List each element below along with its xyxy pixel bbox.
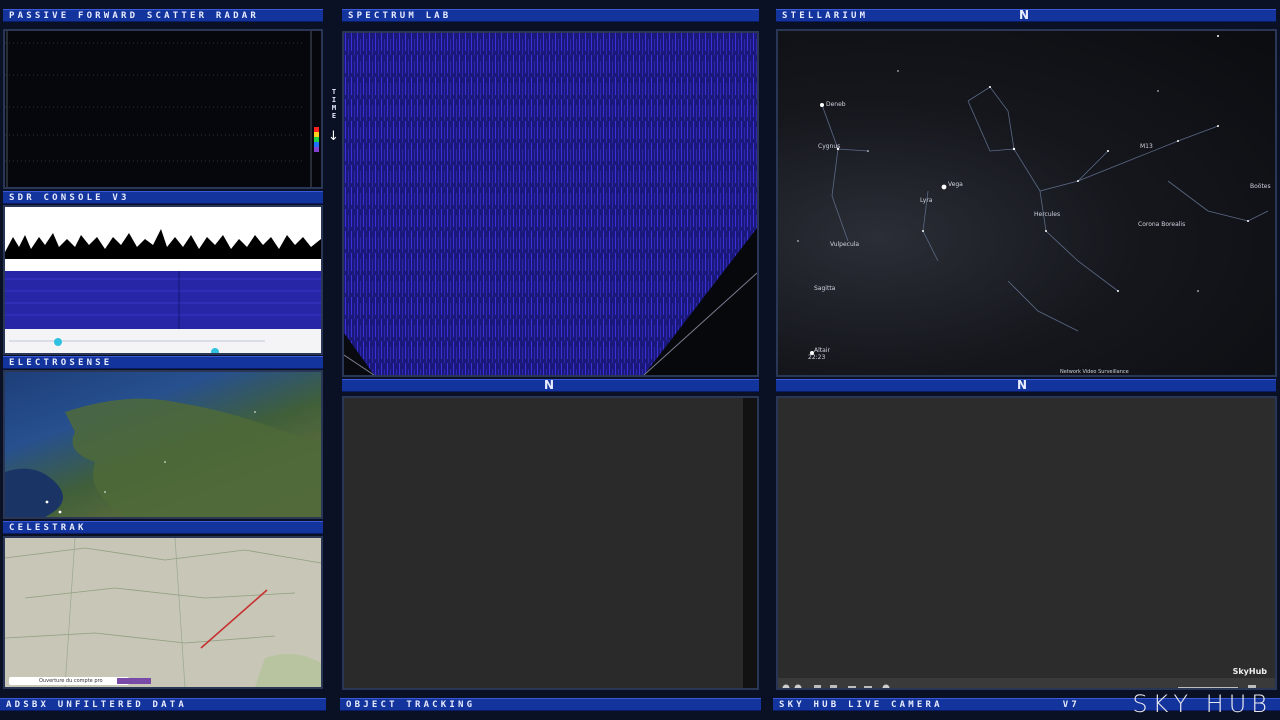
sdr-console-title: SDR CONSOLE V3 xyxy=(9,193,130,203)
snapshot-icon xyxy=(814,685,821,688)
radar-color-scale xyxy=(314,127,319,152)
live-camera-toolbar xyxy=(778,678,1275,688)
star-label-sagitta: Sagitta xyxy=(814,285,836,292)
star-map xyxy=(797,35,1269,355)
live-camera-title: SKY HUB LIVE CAMERA xyxy=(779,700,943,710)
passive-radar-panel xyxy=(3,29,323,189)
live-camera-controls[interactable] xyxy=(778,683,1275,690)
star-label-lyra: Lyra xyxy=(920,197,933,204)
celestrak-panel: Ouverture du compte pro xyxy=(3,536,323,689)
stellarium-title-bar: STELLARIUM N xyxy=(776,9,1276,22)
electrosense-title: ELECTROSENSE xyxy=(9,358,113,368)
electrosense-panel xyxy=(3,370,323,519)
star-label-bootes: Boötes xyxy=(1250,183,1271,190)
object-tracking-edge xyxy=(743,398,757,688)
stellarium-panel: Deneb Cygnus Vega Lyra Hercules Corona B… xyxy=(776,29,1277,377)
spectrum-lab-panel xyxy=(342,31,759,377)
live-camera-version: V7 xyxy=(1062,700,1080,710)
object-tracking-north-bar: N xyxy=(342,379,759,392)
live-camera-watermark: SkyHub xyxy=(1232,667,1267,676)
star-label-cygnus: Cygnus xyxy=(818,143,841,150)
stop-icon xyxy=(794,684,802,688)
stellarium-title: STELLARIUM xyxy=(782,11,869,21)
volume-slider xyxy=(1178,687,1238,688)
star-label-corona-borealis: Corona Borealis xyxy=(1138,221,1186,228)
star-label-altair: Altair xyxy=(814,347,830,354)
live-camera-panel: SkyHub xyxy=(776,396,1277,690)
sky-hub-logo: SKY HUB xyxy=(1132,690,1272,718)
object-tracking-north-label: N xyxy=(544,379,555,392)
settings-icon xyxy=(882,684,890,688)
stellarium-footer: Network Video Surveillance xyxy=(1060,369,1129,375)
sdr-frequency-marker[interactable] xyxy=(54,338,62,346)
radar-plot xyxy=(5,31,319,187)
sdr-console-panel xyxy=(3,205,323,355)
object-tracking-title: OBJECT TRACKING xyxy=(346,700,476,710)
star-label-vulpecula: Vulpecula xyxy=(830,241,860,248)
stellarium-clock: 22:23 xyxy=(808,354,826,361)
spectrum-lab-title-bar: SPECTRUM LAB xyxy=(342,9,759,22)
spectrum-3d-waterfall xyxy=(344,33,757,375)
time-arrow-icon: ↓ xyxy=(328,129,339,144)
constellation-lines xyxy=(821,86,1269,332)
record-icon xyxy=(830,685,837,688)
star-label-hercules: Hercules xyxy=(1034,211,1061,218)
celestrak-promo-button[interactable] xyxy=(117,678,151,684)
electrosense-title-bar: ELECTROSENSE xyxy=(3,356,323,369)
star-label-deneb: Deneb xyxy=(826,101,846,108)
adsbx-title-bar: ADSBX UNFILTERED DATA xyxy=(0,698,326,711)
object-tracking-title-bar: OBJECT TRACKING xyxy=(340,698,761,711)
adsbx-title: ADSBX UNFILTERED DATA xyxy=(6,700,187,710)
star-label-m13: M13 xyxy=(1140,143,1153,150)
stars xyxy=(797,35,1249,355)
star-label-vega: Vega xyxy=(948,181,963,188)
sdr-spectrum-waterfall xyxy=(5,207,321,353)
live-camera-north-bar: N xyxy=(776,379,1276,392)
object-tracking-panel xyxy=(342,396,759,690)
live-camera-north-label: N xyxy=(1017,379,1028,392)
time-axis-label: TIME xyxy=(331,88,337,120)
celestrak-ground-track-map xyxy=(5,538,321,687)
play-icon xyxy=(782,684,790,688)
stellarium-north-label: N xyxy=(1019,9,1030,22)
celestrak-promo-banner[interactable]: Ouverture du compte pro xyxy=(9,677,151,685)
celestrak-title-bar: CELESTRAK xyxy=(3,521,323,534)
passive-radar-title: PASSIVE FORWARD SCATTER RADAR xyxy=(9,11,259,21)
celestrak-title: CELESTRAK xyxy=(9,523,87,533)
celestrak-promo-text: Ouverture du compte pro xyxy=(39,678,103,684)
audio-icon xyxy=(864,686,872,688)
electrosense-satellite-map xyxy=(5,398,321,517)
sdr-console-title-bar: SDR CONSOLE V3 xyxy=(3,191,323,204)
zoom-icon xyxy=(848,686,856,688)
passive-radar-title-bar: PASSIVE FORWARD SCATTER RADAR xyxy=(3,9,323,22)
spectrum-lab-title: SPECTRUM LAB xyxy=(348,11,452,21)
